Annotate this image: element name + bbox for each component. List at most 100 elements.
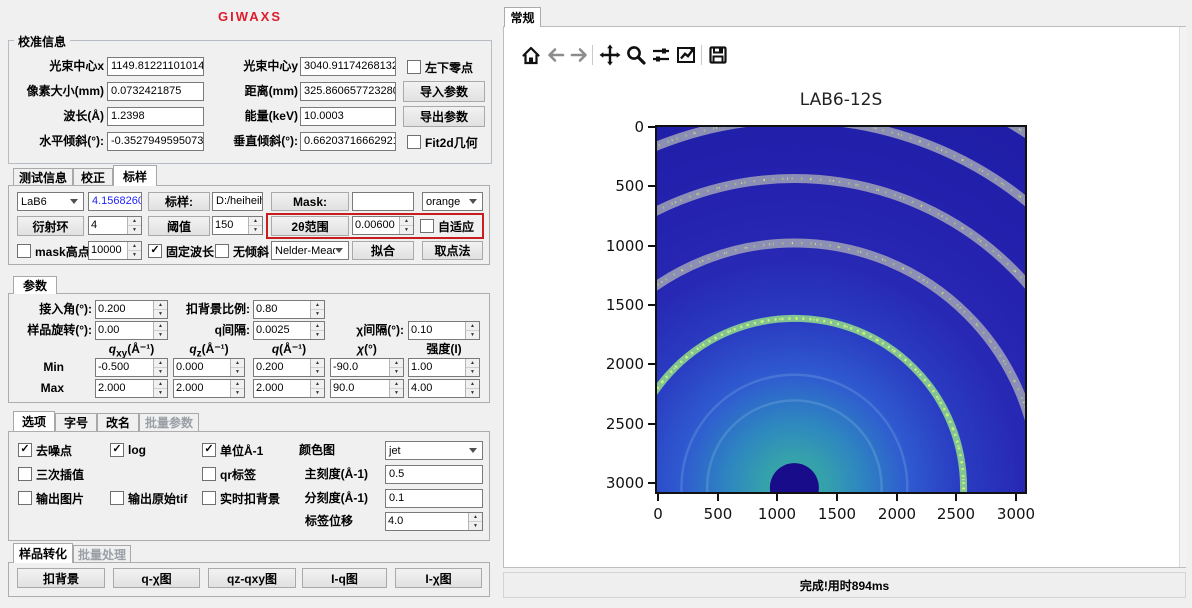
major-tick-input[interactable]: 0.5 (385, 465, 483, 484)
standard-file-button[interactable]: 标样: (148, 192, 210, 211)
subtract-bg-button[interactable]: 扣背景 (17, 568, 105, 588)
adaptive-checkbox[interactable]: 自适应 (420, 218, 474, 234)
spinner-arrows[interactable]: ▲ ▼ (399, 217, 413, 234)
min-qz-spinner[interactable]: 0.000 ▲ ▼ (173, 358, 245, 377)
chi-step-spinner[interactable]: 0.10 ▲ ▼ (408, 321, 480, 340)
spinner-arrows[interactable]: ▲ ▼ (389, 359, 403, 376)
spinner-arrows[interactable]: ▲ ▼ (127, 242, 141, 259)
spinner-arrows[interactable]: ▲ ▼ (310, 301, 324, 318)
qr-label-checkbox[interactable]: qr标签 (202, 466, 256, 482)
two-theta-range-spinner[interactable]: 0.00600 ▲ ▼ (352, 216, 414, 235)
mask-button[interactable]: Mask: (271, 192, 349, 211)
q-step-spinner[interactable]: 0.0025 ▲ ▼ (253, 321, 325, 340)
vertical-tilt-input[interactable]: 0.662037166629210 (300, 132, 396, 151)
colormap-combo[interactable]: jet (385, 441, 483, 460)
max-intensity-spinner[interactable]: 4.00 ▲ ▼ (408, 379, 480, 398)
mask-highpoint-checkbox[interactable]: mask高点: (17, 243, 94, 259)
standard-path-input[interactable]: D:/heiheihe (212, 192, 263, 211)
incidence-angle-spinner[interactable]: 0.200 ▲ ▼ (95, 300, 168, 319)
lattice-constant-input[interactable]: 4.1568260 (88, 192, 142, 211)
tab-parameters[interactable]: 参数 (13, 276, 57, 294)
tab-sample-convert[interactable]: 样品转化 (13, 543, 73, 563)
spinner-arrows[interactable]: ▲ ▼ (248, 217, 262, 234)
output-image-checkbox[interactable]: 输出图片 (18, 490, 84, 506)
i-q-plot-button[interactable]: I-q图 (302, 568, 387, 588)
threshold-spinner[interactable]: 150 ▲ ▼ (212, 216, 263, 235)
home-icon[interactable] (520, 44, 542, 66)
tab-general[interactable]: 常规 (504, 7, 541, 27)
no-tilt-checkbox[interactable]: 无倾斜 (215, 243, 269, 259)
beam-center-x-input[interactable]: 1149.812211010145 (107, 57, 204, 76)
import-params-button[interactable]: 导入参数 (403, 81, 485, 102)
spinner-arrows[interactable]: ▲ ▼ (153, 380, 167, 397)
spinner-arrows[interactable]: ▲ ▼ (153, 301, 167, 318)
label-offset-spinner[interactable]: 4.0 ▲ ▼ (385, 512, 483, 531)
cubic-interp-checkbox[interactable]: 三次插值 (18, 466, 84, 482)
mask-color-combo[interactable]: orange (422, 192, 483, 211)
unit-angstrom-checkbox[interactable]: ✓ 单位Å-1 (202, 442, 263, 458)
beam-center-y-input[interactable]: 3040.911742681327 (300, 57, 396, 76)
mask-path-input[interactable] (352, 192, 414, 211)
bg-ratio-spinner[interactable]: 0.80 ▲ ▼ (253, 300, 325, 319)
mask-highpoint-spinner[interactable]: 10000 ▲ ▼ (88, 241, 142, 260)
scrollbar[interactable] (1179, 27, 1186, 567)
fit-button[interactable]: 拟合 (352, 241, 414, 260)
fixed-wavelength-checkbox[interactable]: ✓ 固定波长 (148, 243, 214, 259)
threshold-button[interactable]: 阈值 (148, 216, 210, 236)
distance-input[interactable]: 325.8606577232806 (300, 82, 396, 101)
fit2d-geometry-checkbox[interactable]: Fit2d几何 (407, 134, 478, 150)
spinner-arrows[interactable]: ▲ ▼ (230, 380, 244, 397)
i-chi-plot-button[interactable]: I-χ图 (395, 568, 482, 588)
spinner-arrows[interactable]: ▲ ▼ (389, 380, 403, 397)
spinner-arrows[interactable]: ▲ ▼ (468, 513, 482, 530)
horizontal-tilt-input[interactable]: -0.35279495950739 (107, 132, 204, 151)
min-q-spinner[interactable]: 0.200 ▲ ▼ (253, 358, 325, 377)
tab-standard[interactable]: 标样 (113, 165, 157, 186)
spinner-arrows[interactable]: ▲ ▼ (465, 322, 479, 339)
zoom-icon[interactable] (625, 44, 647, 66)
save-icon[interactable] (707, 44, 729, 66)
energy-input[interactable]: 10.0003 (300, 107, 396, 126)
min-chi-spinner[interactable]: -90.0 ▲ ▼ (330, 358, 404, 377)
pixel-size-input[interactable]: 0.0732421875 (107, 82, 204, 101)
tab-font-size[interactable]: 字号 (55, 413, 97, 431)
tab-correction[interactable]: 校正 (73, 168, 113, 186)
min-qxy-spinner[interactable]: -0.500 ▲ ▼ (95, 358, 168, 377)
log-checkbox[interactable]: ✓ log (110, 442, 146, 458)
q-chi-plot-button[interactable]: q-χ图 (113, 568, 200, 588)
max-q-spinner[interactable]: 2.000 ▲ ▼ (253, 379, 325, 398)
spinner-arrows[interactable]: ▲ ▼ (230, 359, 244, 376)
forward-icon[interactable] (568, 44, 590, 66)
tab-options[interactable]: 选项 (13, 411, 55, 431)
max-qz-spinner[interactable]: 2.000 ▲ ▼ (173, 379, 245, 398)
spinner-arrows[interactable]: ▲ ▼ (310, 359, 324, 376)
ring-count-spinner[interactable]: 4 ▲ ▼ (88, 216, 142, 235)
max-chi-spinner[interactable]: 90.0 ▲ ▼ (330, 379, 404, 398)
spinner-arrows[interactable]: ▲ ▼ (153, 359, 167, 376)
export-params-button[interactable]: 导出参数 (403, 106, 485, 127)
denoise-checkbox[interactable]: ✓ 去噪点 (18, 442, 72, 458)
diffraction-rings-button[interactable]: 衍射环 (17, 216, 84, 236)
sample-rotation-spinner[interactable]: 0.00 ▲ ▼ (95, 321, 168, 340)
fit-method-combo[interactable]: Nelder-Mead (271, 241, 349, 260)
subplots-icon[interactable] (650, 44, 672, 66)
pan-icon[interactable] (599, 44, 621, 66)
standard-sample-combo[interactable]: LaB6 (17, 192, 84, 211)
spinner-arrows[interactable]: ▲ ▼ (465, 380, 479, 397)
minor-tick-input[interactable]: 0.1 (385, 489, 483, 508)
spinner-arrows[interactable]: ▲ ▼ (310, 322, 324, 339)
spinner-arrows[interactable]: ▲ ▼ (465, 359, 479, 376)
wavelength-input[interactable]: 1.2398 (107, 107, 204, 126)
qz-qxy-plot-button[interactable]: qz-qxy图 (208, 568, 296, 588)
min-intensity-spinner[interactable]: 1.00 ▲ ▼ (408, 358, 480, 377)
spinner-arrows[interactable]: ▲ ▼ (153, 322, 167, 339)
max-qxy-spinner[interactable]: 2.000 ▲ ▼ (95, 379, 168, 398)
spinner-arrows[interactable]: ▲ ▼ (127, 217, 141, 234)
spinner-arrows[interactable]: ▲ ▼ (310, 380, 324, 397)
live-bg-subtract-checkbox[interactable]: 实时扣背景 (202, 490, 280, 506)
tab-rename[interactable]: 改名 (97, 413, 139, 431)
back-icon[interactable] (545, 44, 567, 66)
output-tif-checkbox[interactable]: 输出原始tif (110, 490, 187, 506)
detector-image[interactable] (657, 127, 1025, 492)
tab-test-info[interactable]: 测试信息 (13, 168, 73, 186)
